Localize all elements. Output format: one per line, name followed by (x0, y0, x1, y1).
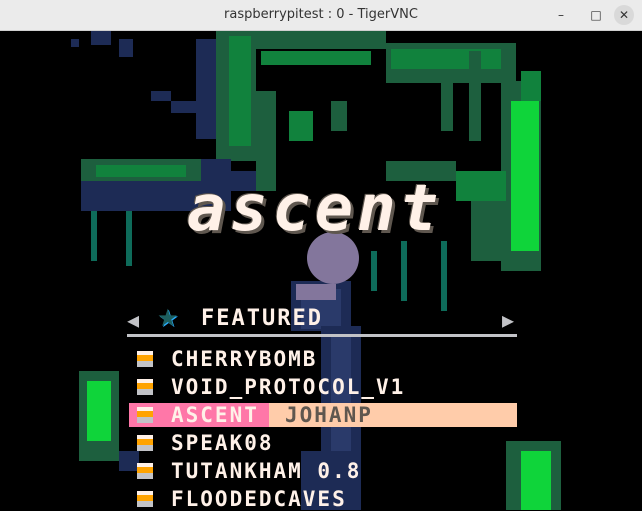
list-item[interactable]: TUTANKHAM 0.8 (129, 459, 519, 483)
minimize-button[interactable]: – (551, 5, 571, 25)
cart-title: VOID_PROTOCOL_V1 (171, 375, 406, 399)
cartridge-icon (137, 463, 153, 479)
category-header: ◀ ★ FEATURED ▶ (127, 304, 517, 334)
player-base (296, 284, 336, 300)
list-item-selected[interactable]: ASCENT JOHANP (129, 403, 519, 427)
cartridge-icon (137, 351, 153, 367)
cart-title: SPEAK08 (171, 431, 274, 455)
cartridge-icon (137, 379, 153, 395)
next-category-arrow-icon[interactable]: ▶ (502, 308, 514, 332)
game-logo: ascent (187, 172, 443, 246)
maximize-button[interactable]: □ (586, 5, 606, 25)
close-button[interactable]: ✕ (614, 5, 634, 25)
cartridge-icon (137, 435, 153, 451)
cart-title: CHERRYBOMB (171, 347, 318, 371)
cart-title: ASCENT (171, 403, 259, 427)
list-item[interactable]: SPEAK08 (129, 431, 519, 455)
category-label: FEATURED (201, 306, 323, 331)
cart-title: TUTANKHAM 0.8 (171, 459, 362, 483)
header-divider (127, 334, 517, 337)
cartridge-icon (137, 407, 153, 423)
cart-author: JOHANP (285, 403, 373, 427)
window-title: raspberrypitest : 0 - TigerVNC (224, 7, 418, 22)
vnc-window: raspberrypitest : 0 - TigerVNC – □ ✕ asc… (0, 0, 642, 511)
window-titlebar[interactable]: raspberrypitest : 0 - TigerVNC – □ ✕ (0, 0, 642, 31)
prev-category-arrow-icon[interactable]: ◀ (127, 308, 139, 332)
remote-screen[interactable]: ascent ◀ ★ FEATURED ▶ CHERRYBOMB VOID_PR… (1, 31, 641, 510)
cart-title: FLOODEDCAVES (171, 487, 347, 510)
cartridge-icon (137, 491, 153, 507)
list-item[interactable]: CHERRYBOMB (129, 347, 519, 371)
list-item[interactable]: FLOODEDCAVES (129, 487, 519, 510)
star-icon: ★ (157, 304, 179, 332)
list-item[interactable]: VOID_PROTOCOL_V1 (129, 375, 519, 399)
